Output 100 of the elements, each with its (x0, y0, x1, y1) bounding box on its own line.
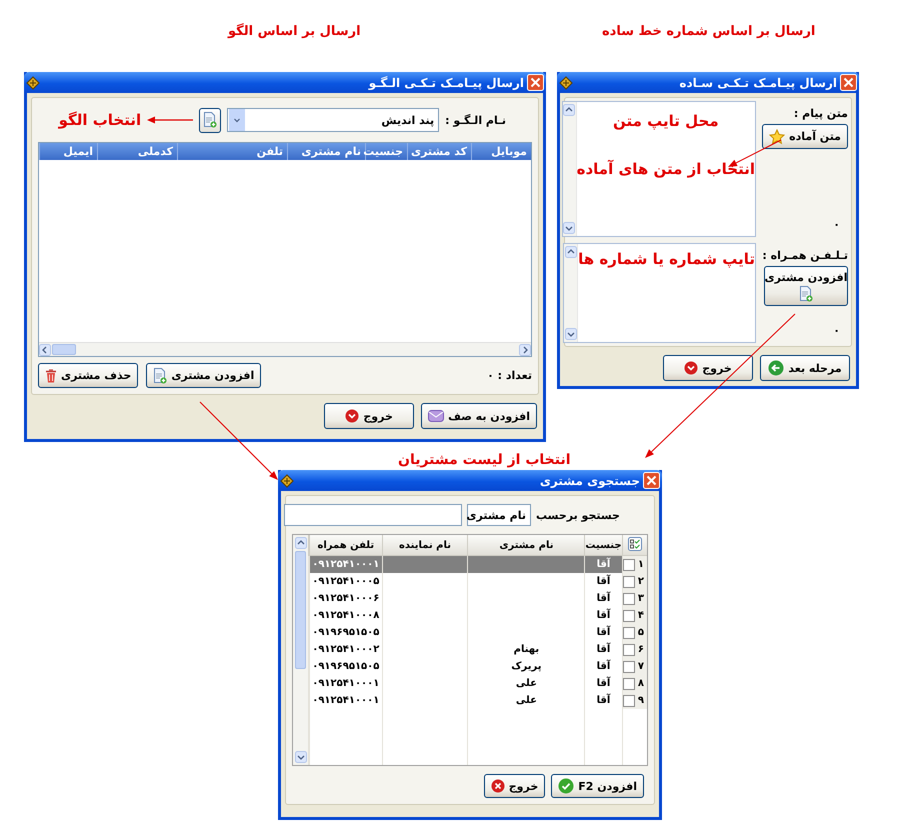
field-label: جستجو برحسب (536, 508, 620, 522)
window-title: ارسال پیـامـک تـکـی سـاده (678, 76, 837, 90)
table-row[interactable]: ۱ آقا ۰۹۱۲۵۴۱۰۰۰۱ (308, 556, 647, 573)
table-cell: علی (468, 675, 585, 692)
column-header[interactable]: تلفن همراه (310, 535, 382, 556)
table-cell: ۰۹۱۲۵۴۱۰۰۰۱ (310, 692, 382, 709)
star-icon (769, 128, 786, 144)
app-icon (280, 474, 294, 488)
field-label: متن پیام : (794, 107, 848, 120)
scroll-down-icon[interactable] (564, 328, 577, 340)
add-customer-button[interactable]: افزودن مشتری (146, 363, 262, 388)
search-field[interactable] (284, 504, 462, 526)
preset-text-button[interactable]: متن آماده (762, 124, 848, 149)
add-customer-button[interactable]: افزودن مشتری (764, 266, 848, 306)
table-cell: آقا (584, 675, 622, 692)
checkbox[interactable] (622, 610, 635, 622)
scrollbar[interactable] (562, 102, 577, 236)
scroll-up-icon[interactable] (563, 104, 576, 116)
text-area[interactable]: تایپ شماره یا شماره ها (563, 243, 756, 343)
field-label: نـام الـگـو : (445, 114, 506, 127)
exit-icon (684, 361, 698, 375)
table-cell: آقا (584, 573, 622, 590)
table-cell: آقا (584, 607, 622, 624)
annotation-text: انتخاب الگو (58, 111, 142, 130)
checkbox[interactable] (622, 626, 635, 638)
count-value: ۰ (833, 218, 841, 234)
next-step-button[interactable]: مرحله بعد (760, 355, 850, 381)
column-header[interactable]: موبایل (471, 143, 531, 160)
scroll-down-icon[interactable] (294, 751, 306, 763)
table-cell: ۰۹۱۲۵۴۱۰۰۰۱ (310, 675, 382, 692)
table-row[interactable]: ۹ آقا علی ۰۹۱۲۵۴۱۰۰۰۱ (308, 692, 647, 709)
column-header[interactable]: کد مشتری (407, 143, 471, 160)
table-cell: ۰۹۱۹۶۹۵۱۵۰۵ (310, 624, 382, 641)
close-button[interactable] (527, 74, 544, 91)
scroll-up-icon[interactable] (564, 246, 577, 258)
column-header[interactable]: نام نماینده (382, 535, 468, 556)
column-header[interactable]: ایمیل (39, 143, 97, 160)
exit-button[interactable]: خروج (663, 355, 753, 381)
add-to-queue-button[interactable]: افزودن به صف (421, 403, 537, 429)
exit-button[interactable]: خروج (324, 403, 414, 429)
scroll-thumb[interactable] (295, 551, 306, 669)
table-cell: بهنام (468, 641, 585, 658)
document-add-icon (153, 368, 168, 384)
annotation-arrow (147, 116, 194, 124)
scroll-thumb[interactable] (52, 344, 76, 354)
column-header[interactable]: تلفن (177, 143, 287, 160)
table-cell: آقا (584, 692, 622, 709)
table-row[interactable]: ۵ آقا ۰۹۱۹۶۹۵۱۵۰۵ (308, 624, 647, 641)
add-pattern-button[interactable] (199, 108, 222, 133)
close-button[interactable] (840, 74, 857, 91)
checkbox[interactable] (622, 694, 635, 706)
row-number: ۳ (638, 593, 644, 604)
row-number: ۹ (638, 695, 644, 706)
table-row[interactable]: ۷ آقا پریرک ۰۹۱۹۶۹۵۱۵۰۵ (308, 658, 647, 675)
checkbox[interactable] (622, 558, 635, 570)
app-icon (559, 76, 573, 90)
column-header[interactable]: نام مشتری (468, 535, 585, 556)
text-area[interactable]: محل تایپ متن انتخاب از متن های آماده (562, 101, 756, 238)
document-add-icon (799, 286, 813, 302)
row-number: ۲ (638, 576, 644, 587)
row-number: ۷ (638, 661, 644, 672)
exit-button[interactable]: خروج (484, 774, 546, 798)
count-value: ۰ (833, 324, 841, 339)
search-by-dropdown[interactable]: نام مشتری (466, 504, 531, 526)
document-add-icon (203, 112, 218, 128)
add-button[interactable]: افزودن F2 (551, 774, 644, 798)
close-button[interactable] (643, 472, 660, 489)
table-row[interactable]: ۳ آقا ۰۹۱۲۵۴۱۰۰۰۶ (308, 590, 647, 607)
scroll-down-icon[interactable] (563, 222, 576, 234)
pattern-dropdown[interactable]: پند اندیش (227, 108, 440, 132)
column-header[interactable]: نام مشتری (287, 143, 365, 160)
field-label: تـلـفـن همـراه : (762, 249, 848, 262)
scrollbar[interactable] (293, 535, 308, 765)
table-cell: آقا (584, 641, 622, 658)
count-label: تعداد : ۰ (487, 369, 532, 382)
annotation-text: محل تایپ متن (613, 112, 719, 130)
checkbox[interactable] (622, 592, 635, 604)
checkbox[interactable] (622, 644, 635, 656)
scroll-up-icon[interactable] (294, 537, 306, 549)
table-row[interactable]: ۲ آقا ۰۹۱۲۵۴۱۰۰۰۵ (308, 573, 647, 590)
checkbox[interactable] (622, 576, 635, 588)
table-row[interactable]: ۴ آقا ۰۹۱۲۵۴۱۰۰۰۸ (308, 607, 647, 624)
row-number: ۱ (638, 559, 644, 570)
table-row[interactable]: ۶ آقا بهنام ۰۹۱۲۵۴۱۰۰۰۲ (308, 641, 647, 658)
checkbox[interactable] (622, 678, 635, 690)
checkbox[interactable] (622, 660, 635, 672)
delete-customer-button[interactable]: حذف مشتری (38, 363, 138, 388)
column-header[interactable]: جنسیت (584, 535, 622, 556)
scroll-left-icon[interactable] (39, 344, 51, 356)
row-number: ۴ (638, 610, 644, 621)
table-cell: ۰۹۱۹۶۹۵۱۵۰۵ (310, 658, 382, 675)
column-header[interactable]: جنسیت (365, 143, 407, 160)
scrollbar[interactable] (39, 342, 531, 356)
scroll-right-icon[interactable] (519, 344, 531, 356)
table-cell: ۰۹۱۲۵۴۱۰۰۰۲ (310, 641, 382, 658)
scrollbar[interactable] (564, 244, 578, 342)
checklist-icon[interactable] (628, 536, 642, 550)
exit-icon (345, 409, 360, 423)
table-row[interactable]: ۸ آقا علی ۰۹۱۲۵۴۱۰۰۰۱ (308, 675, 647, 692)
column-header[interactable]: کدملی (97, 143, 177, 160)
